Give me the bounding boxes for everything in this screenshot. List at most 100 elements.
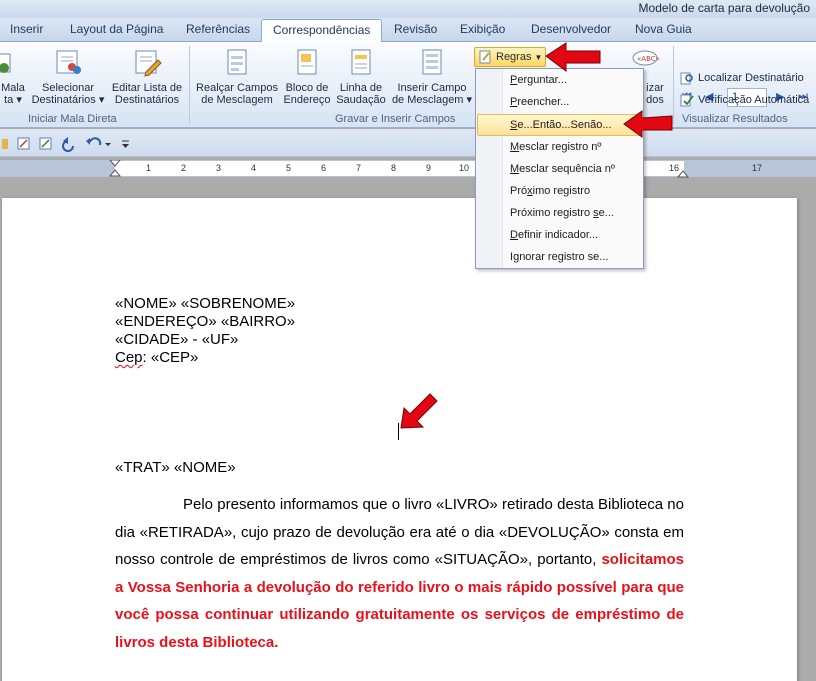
group-gravar-label: Gravar e Inserir Campos	[335, 113, 456, 125]
svg-text:«ABC»: «ABC»	[637, 55, 660, 63]
tab-layout[interactable]: Layout da Página	[70, 22, 163, 36]
address-line: «CIDADE» - «UF»	[115, 331, 239, 348]
right-indent-marker-icon[interactable]	[677, 169, 689, 178]
annotation-arrow-icon	[623, 110, 673, 138]
cep-value: : «CEP»	[142, 349, 199, 366]
edit-list-icon	[135, 50, 162, 77]
ruler-margin-right	[684, 161, 816, 176]
cep-label: Cep	[115, 349, 143, 366]
ribbon: Mala ta ▾ Selecionar Destinatários ▾ Edi…	[0, 42, 816, 128]
tab-inserir[interactable]: Inserir	[10, 22, 43, 36]
tab-referencias[interactable]: Referências	[186, 22, 250, 36]
tab-revisao[interactable]: Revisão	[394, 22, 437, 36]
visualizar-label: izar	[646, 82, 664, 94]
salutation: «TRAT» «NOME»	[115, 459, 684, 477]
ruler-number: 10	[459, 163, 470, 173]
cep-line: Cep: «CEP»	[115, 349, 684, 367]
ruler-number: 4	[251, 163, 257, 173]
regras-dropdown-menu: Perguntar... Preencher... Se...Então...S…	[475, 68, 644, 269]
visualizar-label-2: dos	[646, 94, 664, 106]
linha-label-2: Saudação	[336, 94, 386, 106]
menu-item-label: norar registro se...	[519, 251, 609, 263]
mnemonic: M	[510, 141, 520, 153]
mnemonic: D	[510, 229, 518, 241]
linha-saudacao-button[interactable]: Linha de Saudação	[334, 48, 388, 106]
group-iniciar-label: Iniciar Mala Direta	[28, 113, 117, 125]
address-block: «NOME» «SOBRENOME» «ENDEREÇO» «BAIRRO» «…	[115, 295, 684, 367]
menu-item-mesclar-registro[interactable]: Mesclar registro nº	[477, 136, 642, 158]
highlight-fields-icon	[227, 49, 247, 75]
group-separator	[189, 46, 190, 124]
menu-item-label: esclar registro nº	[519, 141, 602, 153]
greeting-line-icon	[351, 49, 371, 75]
ruler-margin-left	[0, 161, 115, 176]
address-line: «NOME» «SOBRENOME»	[115, 295, 296, 312]
salutation-text: «TRAT» «NOME»	[115, 459, 236, 476]
mnemonic: M	[510, 163, 520, 175]
chevron-down-icon: ▼	[534, 52, 543, 62]
realcar-label-2: de Mesclagem	[201, 94, 273, 106]
selecionar-label-2: Destinatários ▾	[31, 94, 105, 106]
group-visualizar-label: Visualizar Resultados	[682, 113, 788, 125]
menu-item-se-entao-senao[interactable]: Se...Então...Senão...	[477, 114, 642, 136]
menu-item-label: e...	[598, 207, 614, 219]
quick-access-icons	[2, 137, 129, 152]
realcar-campos-button[interactable]: Realçar Campos de Mesclagem	[194, 48, 280, 106]
indent-marker-icon[interactable]	[108, 160, 122, 178]
menu-item-ignorar-registro[interactable]: Ignorar registro se...	[477, 246, 642, 268]
tab-correspondencias[interactable]: Correspondências	[261, 19, 383, 43]
ruler-number: 2	[181, 163, 187, 173]
ruler-number: 1	[146, 163, 152, 173]
find-recipient-icon	[680, 72, 693, 85]
inserir-campo-label-2: de Mesclagem ▾	[391, 94, 473, 106]
iniciar-mala-direta-button[interactable]: Mala ta ▾	[0, 48, 30, 106]
inserir-campo-label: Inserir Campo	[397, 82, 467, 94]
annotation-arrow-icon	[545, 42, 601, 72]
tab-exibicao[interactable]: Exibição	[460, 22, 505, 36]
menu-item-proximo-registro-se[interactable]: Próximo registro se...	[477, 202, 642, 224]
check-errors-icon	[680, 94, 694, 107]
localizar-destinatario-button[interactable]: Localizar Destinatário	[680, 71, 804, 85]
bloco-endereco-button[interactable]: Bloco de Endereço	[281, 48, 333, 106]
annotation-arrow-icon	[400, 393, 438, 429]
verificacao-label: Verificação Automática	[698, 94, 810, 106]
regras-button[interactable]: Regras ▼	[474, 47, 546, 67]
recipients-icon	[56, 50, 81, 74]
envelope-icon	[0, 53, 11, 73]
localizar-label: Localizar Destinatário	[698, 72, 804, 84]
verificacao-automatica-button[interactable]: Verificação Automática	[680, 93, 809, 107]
body-normal-text: Pelo presento informamos que o livro «LI…	[115, 496, 684, 569]
tab-nova-guia[interactable]: Nova Guia	[635, 22, 692, 36]
ruler-number: 9	[426, 163, 432, 173]
editar-label-2: Destinatários	[114, 94, 180, 106]
bloco-label-2: Endereço	[283, 94, 331, 106]
regras-label: Regras	[496, 51, 532, 63]
rules-icon	[479, 50, 491, 64]
horizontal-ruler[interactable]: 1 2 3 4 5 6 7 8 9 10 11 12 13 14 15 16 1…	[0, 160, 816, 178]
menu-item-label: imo registro	[532, 185, 591, 197]
menu-item-label: e...Então...Senão...	[517, 119, 612, 131]
mala-label: Mala	[1, 82, 25, 94]
editar-label: Editar Lista de	[111, 82, 183, 94]
menu-item-proximo-registro[interactable]: Próximo registro	[477, 180, 642, 202]
editar-lista-button[interactable]: Editar Lista de Destinatários	[110, 48, 184, 106]
ruler-number: 3	[216, 163, 222, 173]
mala-label-2: ta ▾	[4, 94, 22, 106]
ruler-number: 17	[752, 163, 763, 173]
menu-item-definir-indicador[interactable]: Definir indicador...	[477, 224, 642, 246]
menu-item-label: Próximo registro	[510, 207, 594, 219]
body-paragraph: Pelo presento informamos que o livro «LI…	[115, 491, 684, 657]
bloco-label: Bloco de	[285, 82, 329, 94]
inserir-campo-button[interactable]: Inserir Campo de Mesclagem ▾	[390, 48, 474, 106]
realcar-label: Realçar Campos	[196, 82, 278, 94]
ruler-number: 8	[391, 163, 397, 173]
tab-desenvolvedor[interactable]: Desenvolvedor	[531, 22, 611, 36]
ruler-number: 6	[321, 163, 327, 173]
menu-item-mesclar-sequencia[interactable]: Mesclar sequência nº	[477, 158, 642, 180]
address-block-icon	[297, 49, 317, 75]
address-line: «ENDEREÇO» «BAIRRO»	[115, 313, 296, 330]
ruler-number: 7	[356, 163, 362, 173]
menu-item-preencher[interactable]: Preencher...	[477, 91, 642, 113]
selecionar-destinatarios-button[interactable]: Selecionar Destinatários ▾	[30, 48, 106, 106]
window-title: Modelo de carta para devolução	[638, 1, 810, 15]
